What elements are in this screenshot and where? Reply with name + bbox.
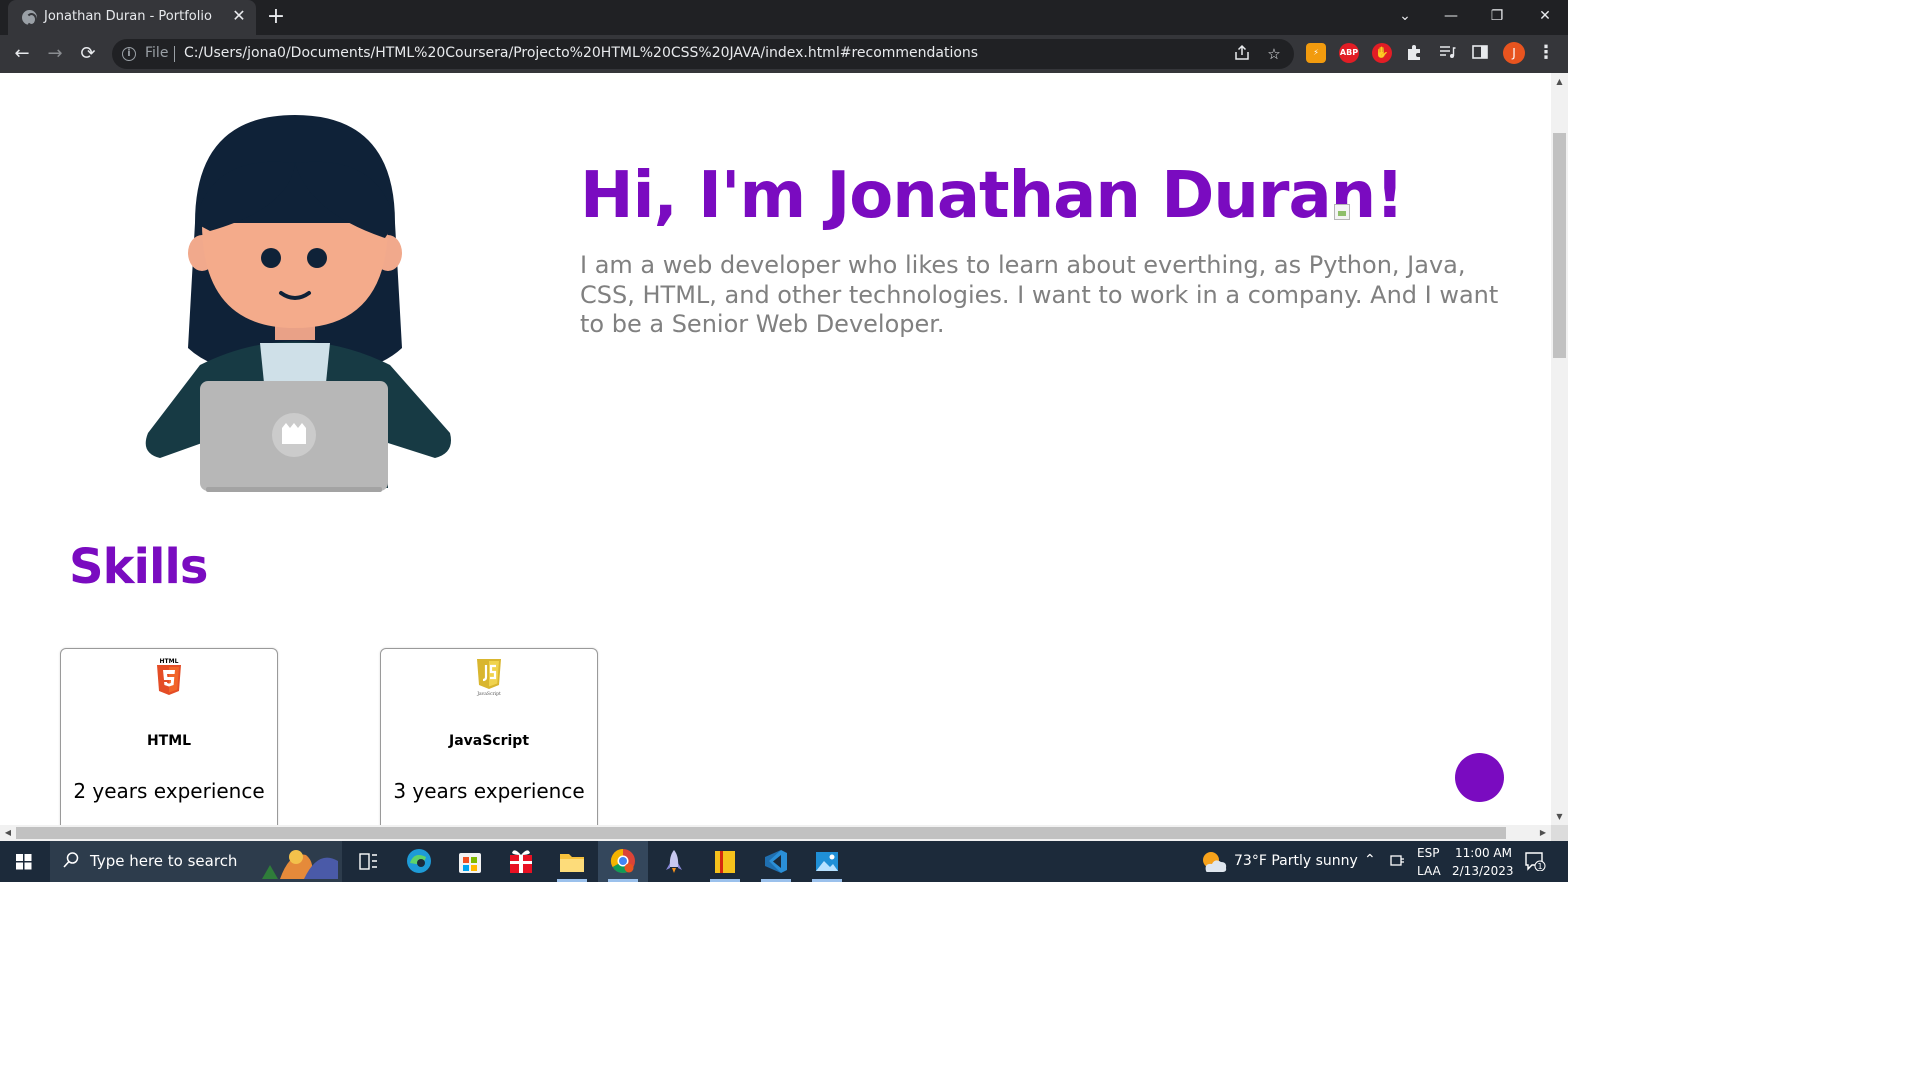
task-view-button[interactable] <box>343 841 393 882</box>
reload-button[interactable]: ⟳ <box>73 39 103 69</box>
browser-toolbar: ← → ⟳ i File C:/Users/jona0/Documents/HT… <box>0 35 1568 73</box>
search-highlight-illustration <box>262 850 338 879</box>
scroll-down-arrow-icon[interactable]: ▼ <box>1551 808 1568 825</box>
skill-card-html: HTML HTML 2 years experience <box>60 648 278 825</box>
edge-icon <box>407 849 431 873</box>
page-viewport: Hi, I'm Jonathan Duran! I am a web devel… <box>0 73 1551 825</box>
taskbar-chrome[interactable] <box>598 841 648 882</box>
store-icon <box>459 853 481 873</box>
browser-tab-strip: Jonathan Duran - Portfolio ✕ + ⌄ — ❐ ✕ <box>0 0 1568 35</box>
extensions-puzzle-icon[interactable] <box>1404 43 1424 63</box>
gift-icon <box>510 850 532 873</box>
javascript-logo-icon: JavaScript <box>476 659 501 697</box>
restore-button[interactable]: ❐ <box>1474 0 1520 32</box>
vertical-scrollbar[interactable]: ▲ ▼ <box>1551 73 1568 825</box>
close-window-button[interactable]: ✕ <box>1522 0 1568 32</box>
hero-title: Hi, I'm Jonathan Duran! <box>580 159 1404 233</box>
partly-sunny-weather-icon <box>1203 852 1227 872</box>
taskbar-store[interactable] <box>445 841 495 882</box>
url-text[interactable]: C:/Users/jona0/Documents/HTML%20Coursera… <box>184 45 978 61</box>
back-button[interactable]: ← <box>7 39 37 69</box>
svg-text:HTML: HTML <box>160 658 179 665</box>
info-icon[interactable]: i <box>122 47 136 61</box>
skill-card-javascript: JavaScript JavaScript 3 years experience <box>380 648 598 825</box>
taskbar-edge[interactable] <box>394 841 444 882</box>
skill-experience: 3 years experience <box>393 779 585 803</box>
browser-menu-icon[interactable]: ⋮ <box>1537 41 1555 65</box>
clock-date[interactable]: 2/13/2023 <box>1452 864 1514 878</box>
forward-button[interactable]: → <box>40 39 70 69</box>
tab-title: Jonathan Duran - Portfolio <box>44 9 212 24</box>
search-placeholder: Type here to search <box>90 852 238 870</box>
vertical-scroll-thumb[interactable] <box>1553 133 1566 358</box>
running-indicator <box>557 879 587 882</box>
skill-experience: 2 years experience <box>73 779 265 803</box>
taskbar-photos[interactable] <box>802 841 852 882</box>
horizontal-scrollbar[interactable]: ◀ ▶ <box>0 825 1551 841</box>
running-indicator <box>608 879 638 882</box>
media-playlist-icon[interactable] <box>1437 43 1457 63</box>
floating-action-button[interactable] <box>1455 753 1504 802</box>
running-indicator <box>761 879 791 882</box>
scroll-left-arrow-icon[interactable]: ◀ <box>0 825 16 841</box>
address-separator <box>174 46 175 62</box>
notebook-icon <box>715 851 735 873</box>
clock-time[interactable]: 11:00 AM <box>1455 846 1512 860</box>
scroll-right-arrow-icon[interactable]: ▶ <box>1535 825 1551 841</box>
skill-name: JavaScript <box>448 733 530 749</box>
new-tab-button[interactable]: + <box>262 3 290 31</box>
running-indicator <box>710 879 740 882</box>
globe-icon <box>22 10 37 26</box>
adblock-plus-icon[interactable]: ABP <box>1339 43 1359 63</box>
rocket-icon <box>666 850 682 873</box>
windows-taskbar: Type here to search 73°F Partly sunny ⌃ … <box>0 841 1568 882</box>
broken-image-icon <box>1334 204 1350 220</box>
extension-bolt-icon[interactable]: ⚡ <box>1306 43 1326 63</box>
skills-heading: Skills <box>69 539 208 595</box>
html5-logo-icon: HTML <box>157 658 181 695</box>
input-language[interactable]: ESP <box>1417 846 1439 860</box>
profile-avatar[interactable]: J <box>1503 42 1525 64</box>
share-icon[interactable] <box>1232 44 1252 64</box>
device-display-icon[interactable] <box>1389 853 1405 869</box>
chrome-icon <box>610 849 635 874</box>
taskbar-file-explorer[interactable] <box>547 841 597 882</box>
photos-icon <box>816 852 838 871</box>
task-view-icon <box>359 853 377 870</box>
weather-summary[interactable]: 73°F Partly sunny <box>1234 853 1358 869</box>
ublock-hand-icon[interactable]: ✋ <box>1372 43 1392 63</box>
developer-avatar-illustration <box>145 115 451 492</box>
svg-text:JavaScript: JavaScript <box>476 691 501 697</box>
taskbar-search-box[interactable]: Type here to search <box>50 841 342 882</box>
taskbar-vscode[interactable] <box>751 841 801 882</box>
start-button[interactable] <box>0 841 48 882</box>
notification-center-icon[interactable]: 1 <box>1524 851 1546 871</box>
search-icon <box>63 852 79 868</box>
show-hidden-icons-chevron-icon[interactable]: ⌃ <box>1364 852 1376 868</box>
running-indicator <box>812 879 842 882</box>
file-scheme-label: File <box>145 45 169 61</box>
taskbar-rocket-app[interactable] <box>649 841 699 882</box>
notification-count: 1 <box>1537 862 1542 871</box>
bookmark-star-icon[interactable]: ☆ <box>1264 44 1284 64</box>
tab-search-icon[interactable]: ⌄ <box>1382 0 1428 32</box>
close-tab-icon[interactable]: ✕ <box>228 5 250 27</box>
browser-tab[interactable]: Jonathan Duran - Portfolio ✕ <box>8 0 256 35</box>
skill-name: HTML <box>146 733 192 749</box>
keyboard-layout[interactable]: LAA <box>1417 864 1441 878</box>
folder-icon <box>560 854 584 872</box>
taskbar-gift-app[interactable] <box>496 841 546 882</box>
side-panel-icon[interactable] <box>1470 43 1490 63</box>
scroll-up-arrow-icon[interactable]: ▲ <box>1551 73 1568 90</box>
scrollbar-corner <box>1551 825 1568 841</box>
minimize-button[interactable]: — <box>1428 0 1474 32</box>
windows-logo-icon <box>16 854 32 870</box>
address-bar[interactable]: i File C:/Users/jona0/Documents/HTML%20C… <box>112 39 1294 69</box>
hero-description: I am a web developer who likes to learn … <box>580 251 1499 338</box>
taskbar-notes-app[interactable] <box>700 841 750 882</box>
horizontal-scroll-thumb[interactable] <box>16 827 1506 839</box>
vscode-icon <box>765 850 787 873</box>
